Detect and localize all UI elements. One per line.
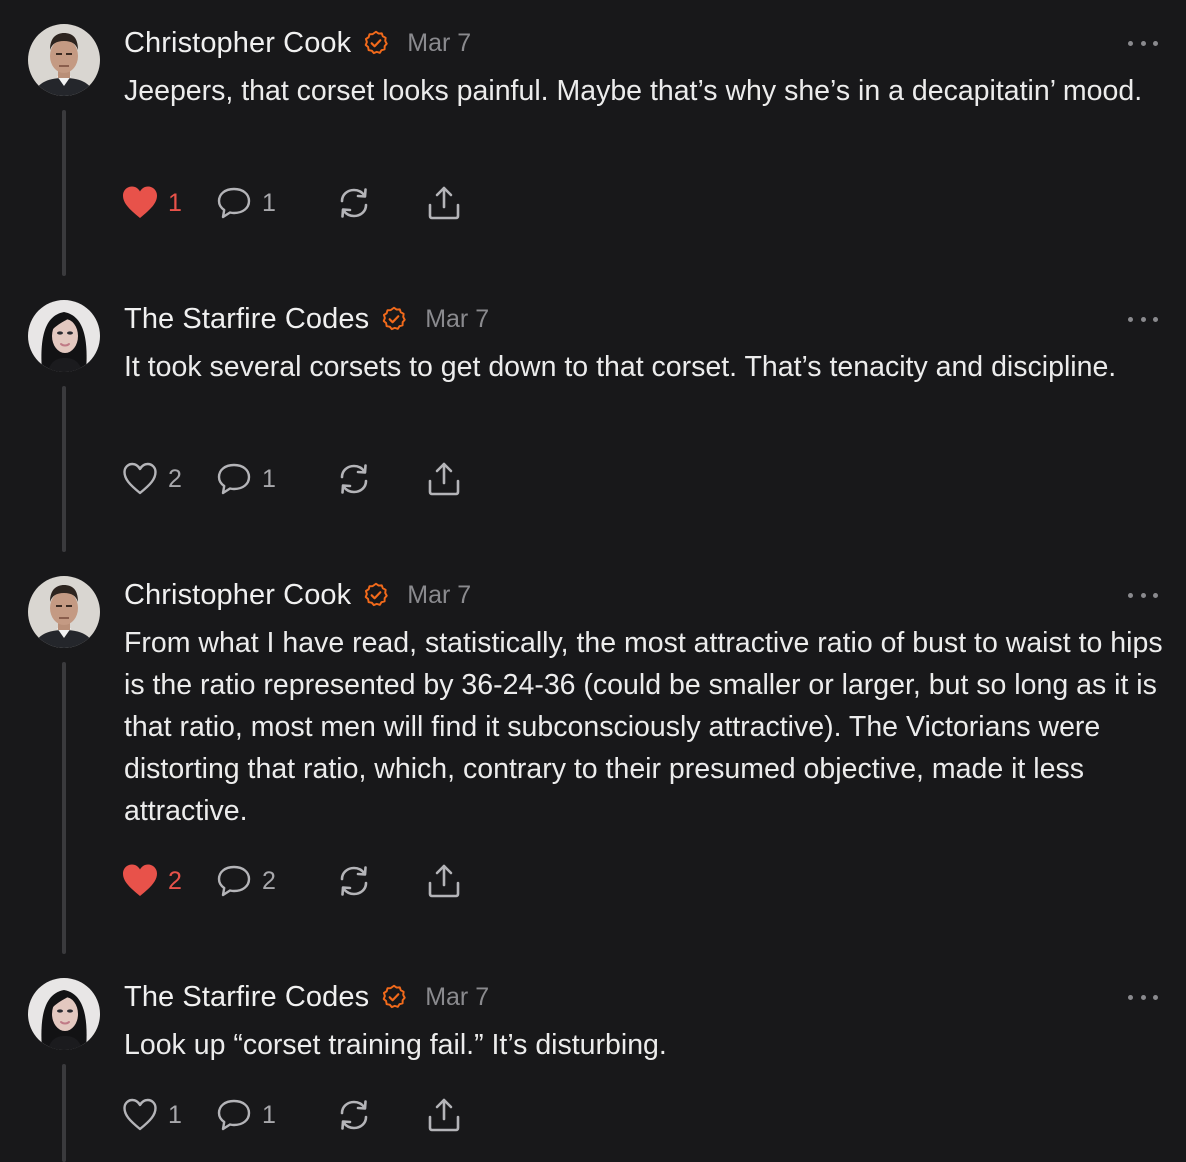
avatar[interactable] <box>28 300 100 372</box>
thread-line <box>62 110 66 276</box>
comment-item: Christopher Cook Mar 7 Jeepers, that cor… <box>0 0 1186 276</box>
verified-check-icon <box>381 984 407 1010</box>
like-count: 1 <box>168 1100 182 1129</box>
share-button[interactable] <box>426 185 462 221</box>
woman-portrait-avatar-icon <box>28 978 100 1050</box>
reply-count: 1 <box>262 1100 276 1129</box>
reply-count: 1 <box>262 464 276 493</box>
comment-actions: 2 2 <box>122 861 462 901</box>
like-count: 2 <box>168 866 182 895</box>
like-count: 1 <box>168 188 182 217</box>
heart-outline-icon <box>122 1097 158 1133</box>
restack-icon <box>336 185 372 221</box>
author-name[interactable]: The Starfire Codes <box>124 981 369 1014</box>
comment-text: Jeepers, that corset looks painful. Mayb… <box>124 75 1143 107</box>
more-options-icon[interactable] <box>1128 588 1158 602</box>
restack-icon <box>336 863 372 899</box>
share-icon <box>426 461 462 497</box>
author-name[interactable]: Christopher Cook <box>124 579 351 612</box>
reply-count: 2 <box>262 866 276 895</box>
comment-bubble-icon <box>216 863 252 899</box>
share-icon <box>426 1097 462 1133</box>
more-options-icon[interactable] <box>1128 36 1158 50</box>
restack-button[interactable] <box>336 461 426 497</box>
thread-line <box>62 662 66 954</box>
restack-button[interactable] <box>336 863 426 899</box>
comment-actions: 1 1 <box>122 1095 462 1135</box>
woman-portrait-avatar-icon <box>28 300 100 372</box>
share-button[interactable] <box>426 1097 462 1133</box>
comment-date[interactable]: Mar 7 <box>407 581 471 610</box>
restack-icon <box>336 461 372 497</box>
author-name[interactable]: The Starfire Codes <box>124 303 369 336</box>
verified-check-icon <box>381 306 407 332</box>
share-icon <box>426 863 462 899</box>
heart-filled-icon <box>122 185 158 221</box>
restack-button[interactable] <box>336 1097 426 1133</box>
reply-button[interactable]: 1 <box>216 1097 336 1133</box>
reply-button[interactable]: 1 <box>216 461 336 497</box>
comment-bubble-icon <box>216 1097 252 1133</box>
comment-date[interactable]: Mar 7 <box>407 29 471 58</box>
share-button[interactable] <box>426 863 462 899</box>
reply-button[interactable]: 2 <box>216 863 336 899</box>
comment-header: Christopher Cook Mar 7 <box>124 24 471 62</box>
avatar[interactable] <box>28 576 100 648</box>
man-portrait-avatar-icon <box>28 576 100 648</box>
comment-item: Christopher Cook Mar 7 From what I have … <box>0 552 1186 954</box>
avatar[interactable] <box>28 24 100 96</box>
share-icon <box>426 185 462 221</box>
comment-header: The Starfire Codes Mar 7 <box>124 300 489 338</box>
comment-item: The Starfire Codes Mar 7 It took several… <box>0 276 1186 552</box>
like-button[interactable]: 1 <box>122 1097 216 1133</box>
verified-check-icon <box>363 582 389 608</box>
man-portrait-avatar-icon <box>28 24 100 96</box>
comment-date[interactable]: Mar 7 <box>425 305 489 334</box>
restack-icon <box>336 1097 372 1133</box>
comment-actions: 1 1 <box>122 183 462 223</box>
like-button[interactable]: 2 <box>122 863 216 899</box>
restack-button[interactable] <box>336 185 426 221</box>
comment-text: It took several corsets to get down to t… <box>124 351 1117 383</box>
heart-outline-icon <box>122 461 158 497</box>
heart-filled-icon <box>122 863 158 899</box>
avatar[interactable] <box>28 978 100 1050</box>
thread-line <box>62 1064 66 1162</box>
like-count: 2 <box>168 464 182 493</box>
comment-text: From what I have read, statistically, th… <box>124 627 1163 827</box>
reply-button[interactable]: 1 <box>216 185 336 221</box>
like-button[interactable]: 2 <box>122 461 216 497</box>
verified-check-icon <box>363 30 389 56</box>
like-button[interactable]: 1 <box>122 185 216 221</box>
comment-actions: 2 1 <box>122 459 462 499</box>
thread-line <box>62 386 66 552</box>
comment-bubble-icon <box>216 185 252 221</box>
author-name[interactable]: Christopher Cook <box>124 27 351 60</box>
share-button[interactable] <box>426 461 462 497</box>
more-options-icon[interactable] <box>1128 312 1158 326</box>
comment-date[interactable]: Mar 7 <box>425 983 489 1012</box>
comment-header: The Starfire Codes Mar 7 <box>124 978 489 1016</box>
comment-text: Look up “corset training fail.” It’s dis… <box>124 1029 667 1061</box>
more-options-icon[interactable] <box>1128 990 1158 1004</box>
comment-item: The Starfire Codes Mar 7 Look up “corset… <box>0 954 1186 1162</box>
reply-count: 1 <box>262 188 276 217</box>
comment-bubble-icon <box>216 461 252 497</box>
comment-header: Christopher Cook Mar 7 <box>124 576 471 614</box>
